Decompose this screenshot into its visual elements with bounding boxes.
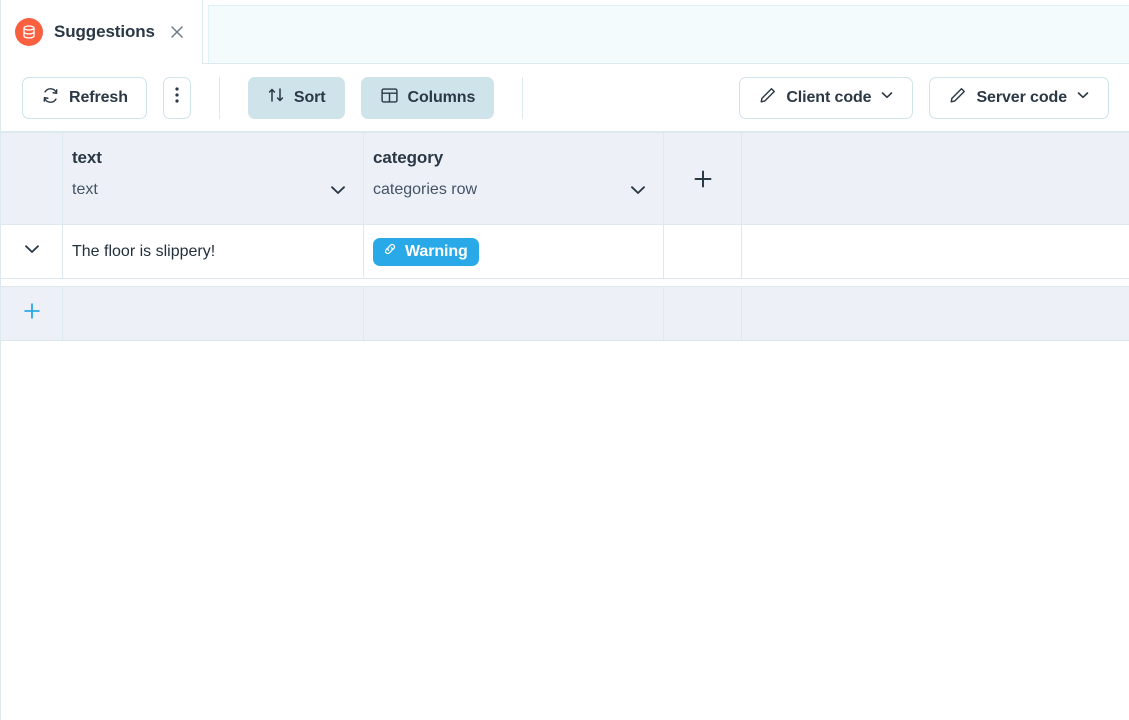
link-icon (382, 241, 398, 262)
chevron-down-icon (1076, 88, 1090, 107)
add-row-button[interactable] (1, 287, 63, 340)
add-row[interactable] (1, 287, 1129, 341)
refresh-button[interactable]: Refresh (22, 77, 147, 119)
data-grid: text text category categori (1, 132, 1129, 341)
add-row-cell-category[interactable] (364, 287, 664, 340)
tab-bar: Suggestions (1, 0, 1129, 64)
column-header-text[interactable]: text text (63, 133, 364, 224)
cell-text[interactable]: The floor is slippery! (63, 225, 364, 278)
row-trailing-cell (664, 225, 742, 278)
status-badge-label: Warning (405, 243, 468, 261)
chevron-down-icon[interactable] (628, 180, 648, 200)
toolbar: Refresh Sort (1, 64, 1129, 132)
columns-button-label: Columns (408, 89, 476, 107)
refresh-button-label: Refresh (69, 89, 128, 107)
plus-icon (664, 133, 741, 224)
cell-value: The floor is slippery! (72, 243, 215, 261)
pencil-icon (948, 86, 967, 110)
server-code-button[interactable]: Server code (929, 77, 1109, 119)
add-row-cell-text[interactable] (63, 287, 364, 340)
client-code-button[interactable]: Client code (739, 77, 913, 119)
pencil-icon (758, 86, 777, 110)
chevron-down-icon (880, 88, 894, 107)
column-header-category[interactable]: category categories row (364, 133, 664, 224)
status-badge[interactable]: Warning (373, 238, 479, 266)
sort-button-label: Sort (294, 89, 326, 107)
column-type: text (72, 181, 98, 199)
columns-layout-icon (380, 86, 399, 110)
column-name: category (373, 148, 648, 168)
add-row-cell-trailing (664, 287, 742, 340)
server-code-button-label: Server code (976, 89, 1067, 107)
more-vertical-icon (175, 86, 179, 109)
grid-separator (1, 279, 1129, 287)
chevron-down-icon[interactable] (328, 180, 348, 200)
row-expand-button[interactable] (1, 225, 63, 278)
more-options-button[interactable] (163, 77, 191, 119)
toolbar-divider-1 (219, 77, 220, 119)
grid-header-row: text text category categori (1, 132, 1129, 225)
toolbar-divider-2 (522, 77, 523, 119)
refresh-icon (41, 86, 60, 110)
client-code-button-label: Client code (786, 89, 871, 107)
chevron-down-icon (22, 239, 42, 264)
plus-icon (21, 300, 43, 327)
cell-category[interactable]: Warning (364, 225, 664, 278)
close-icon[interactable] (168, 23, 186, 41)
add-column-button[interactable] (664, 133, 742, 224)
sort-button[interactable]: Sort (248, 77, 345, 119)
tab-suggestions[interactable]: Suggestions (1, 0, 203, 64)
tab-empty-area[interactable] (208, 5, 1129, 63)
columns-button[interactable]: Columns (361, 77, 495, 119)
column-type: categories row (373, 181, 477, 199)
database-icon (15, 18, 43, 46)
grid-header-gutter (1, 133, 63, 224)
tab-label: Suggestions (54, 22, 155, 42)
column-name: text (72, 148, 348, 168)
app-window: Suggestions Refresh (0, 0, 1129, 720)
sort-arrows-icon (267, 86, 285, 109)
table-row[interactable]: The floor is slippery! Warning (1, 225, 1129, 279)
